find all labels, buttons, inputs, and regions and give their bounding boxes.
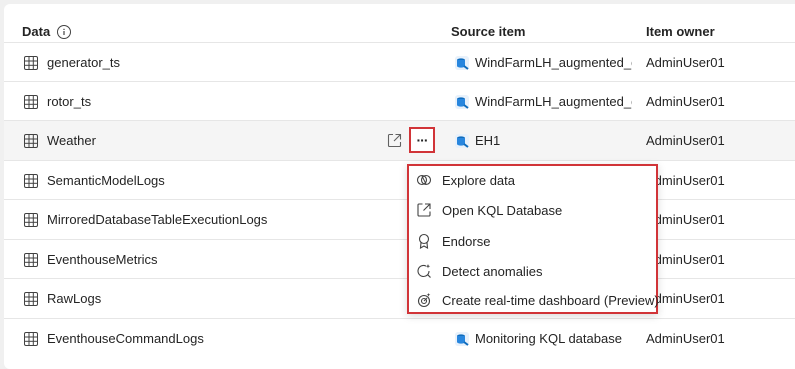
row-name: rotor_ts [47, 94, 92, 109]
row-name: EventhouseMetrics [47, 252, 158, 267]
table-row[interactable]: generator_ts WindFarmLH_augmented_de Adm… [4, 42, 795, 83]
eventhouse-icon [455, 134, 469, 148]
row-source[interactable]: WindFarmLH_augmented_de [475, 55, 632, 70]
row-name: EventhouseCommandLogs [47, 331, 204, 346]
column-header-data[interactable]: Data [22, 24, 50, 39]
menu-item-label: Open KQL Database [442, 203, 563, 218]
menu-item-create-real-time-dashboard[interactable]: Create real-time dashboard (Preview) [409, 286, 659, 316]
row-owner: AdminUser01 [646, 55, 725, 70]
column-header-item-owner[interactable]: Item owner [646, 24, 715, 39]
table-icon [24, 95, 38, 109]
lakehouse-icon [455, 56, 469, 70]
row-name: generator_ts [47, 55, 120, 70]
menu-item-label: Create real-time dashboard (Preview) [442, 293, 659, 308]
table-row[interactable]: EventhouseMetrics AdminUser01 [4, 239, 795, 280]
table-row[interactable]: EventhouseCommandLogs Monitoring KQL dat… [4, 318, 795, 359]
more-options-button[interactable]: ··· [409, 127, 435, 153]
row-source[interactable]: EH1 [475, 133, 632, 148]
dashboard-icon [417, 293, 431, 308]
menu-item-endorse[interactable]: Endorse [409, 227, 656, 257]
explore-icon [416, 174, 432, 186]
open-external-icon [417, 203, 431, 217]
row-owner: AdminUser01 [646, 133, 725, 148]
row-name: SemanticModelLogs [47, 173, 165, 188]
row-owner: AdminUser01 [646, 94, 725, 109]
menu-item-label: Detect anomalies [442, 264, 543, 279]
row-source[interactable]: WindFarmLH_augmented_de [475, 94, 632, 109]
table-icon [24, 134, 38, 148]
row-source[interactable]: Monitoring KQL database [475, 331, 632, 346]
table-row[interactable]: MirroredDatabaseTableExecutionLogs Admin… [4, 199, 795, 240]
info-icon[interactable] [57, 25, 71, 39]
row-name: RawLogs [47, 291, 102, 306]
table-row[interactable]: RawLogs AdminUser01 [4, 278, 795, 319]
row-name: Weather [47, 133, 96, 148]
table-icon [24, 56, 38, 70]
table-row[interactable]: SemanticModelLogs AdminUser01 [4, 160, 795, 201]
column-header-source-item[interactable]: Source item [451, 24, 525, 39]
row-owner: AdminUser01 [646, 331, 725, 346]
table-icon [24, 213, 38, 227]
table-row[interactable]: Weather ··· EH1 AdminUser01 [4, 120, 795, 161]
row-name: MirroredDatabaseTableExecutionLogs [47, 212, 268, 227]
context-menu: Explore data Open KQL Database Endorse D… [407, 164, 659, 316]
anomaly-icon [417, 264, 431, 278]
ribbon-icon [418, 233, 430, 249]
menu-item-label: Endorse [442, 234, 491, 249]
table-icon [24, 332, 38, 346]
lakehouse-icon [455, 95, 469, 109]
table-icon [24, 292, 38, 306]
table-icon [24, 174, 38, 188]
menu-item-open-kql-database[interactable]: Open KQL Database [409, 196, 656, 226]
menu-item-explore-data[interactable]: Explore data [409, 166, 656, 196]
menu-item-label: Explore data [442, 173, 515, 188]
kql-database-icon [455, 332, 469, 346]
table-row[interactable]: rotor_ts WindFarmLH_augmented_de AdminUs… [4, 81, 795, 122]
menu-item-detect-anomalies[interactable]: Detect anomalies [409, 257, 656, 287]
open-external-icon[interactable] [387, 133, 402, 148]
table-icon [24, 253, 38, 267]
